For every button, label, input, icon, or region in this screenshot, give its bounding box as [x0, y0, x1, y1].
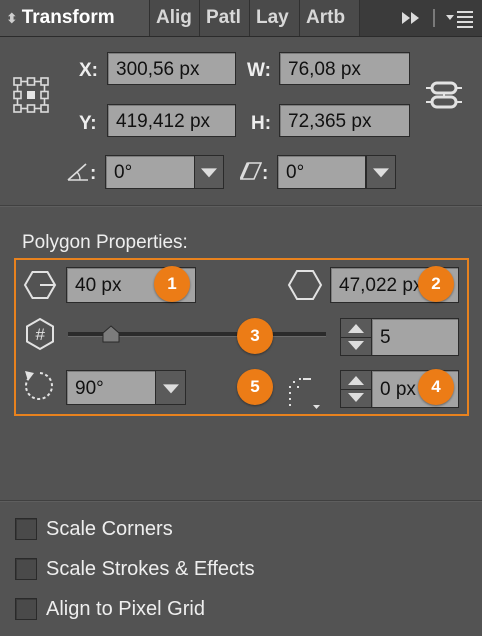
tab-artboards[interactable]: Artb: [300, 0, 360, 36]
rotate-angle-input[interactable]: 0°: [105, 155, 195, 189]
corner-radius-icon: [287, 376, 323, 410]
tab-pathfinder[interactable]: Patl: [200, 0, 250, 36]
tab-transform[interactable]: ⬍ Transform: [0, 0, 150, 36]
collapse-panel-icon[interactable]: ⬍: [6, 10, 18, 26]
polygon-sides-icon: #: [23, 317, 57, 351]
w-label: W:: [247, 60, 271, 81]
shear-angle-dropdown[interactable]: [366, 155, 396, 189]
polygon-properties-title: Polygon Properties:: [22, 232, 188, 253]
align-to-pixel-grid-checkbox[interactable]: [15, 598, 37, 620]
scale-strokes-effects-label: Scale Strokes & Effects: [46, 558, 255, 580]
shear-label: :: [262, 163, 269, 184]
polygon-sides-slider[interactable]: [68, 323, 326, 345]
tab-transform-label: Transform: [21, 7, 115, 28]
polygon-radius-icon: [23, 268, 57, 302]
annotation-badge-3: 3: [237, 318, 273, 354]
scale-corners-checkbox[interactable]: [15, 518, 37, 540]
double-chevron-right-icon[interactable]: [398, 0, 424, 36]
annotation-badge-1: 1: [154, 266, 190, 302]
polygon-rotation-input[interactable]: 90°: [66, 370, 156, 405]
w-input[interactable]: 76,08 px: [279, 52, 410, 85]
annotation-badge-2: 2: [418, 266, 454, 302]
polygon-rotation-dropdown[interactable]: [155, 370, 186, 405]
corner-radius-stepper[interactable]: [340, 370, 372, 408]
scale-corners-label: Scale Corners: [46, 518, 173, 540]
panel-menu-icon[interactable]: [443, 0, 477, 36]
tab-pathfinder-label: Patl: [206, 7, 241, 28]
section-divider: [0, 205, 482, 207]
y-input[interactable]: 419,412 px: [107, 104, 236, 137]
polygon-side-length-icon: [287, 268, 323, 302]
annotation-badge-4: 4: [418, 369, 454, 405]
polygon-sides-stepper[interactable]: [340, 318, 372, 356]
shear-icon: [239, 160, 263, 182]
x-label: X:: [79, 60, 98, 81]
annotation-badge-5: 5: [237, 369, 273, 405]
tab-align-label: Alig: [156, 7, 192, 28]
h-input[interactable]: 72,365 px: [279, 104, 410, 137]
tab-layers-label: Lay: [256, 7, 289, 28]
shear-angle-input[interactable]: 0°: [277, 155, 366, 189]
rotate-angle-dropdown[interactable]: [194, 155, 224, 189]
angle-label: :: [90, 163, 97, 184]
scale-strokes-effects-checkbox[interactable]: [15, 558, 37, 580]
align-to-pixel-grid-label: Align to Pixel Grid: [46, 598, 205, 620]
polygon-sides-input[interactable]: 5: [371, 318, 459, 356]
x-input[interactable]: 300,56 px: [107, 52, 236, 85]
rotate-angle-icon: [66, 160, 92, 182]
panel-tab-bar: ⬍ Transform Alig Patl Lay Artb: [0, 0, 482, 37]
reference-point-icon[interactable]: [12, 76, 50, 114]
y-label: Y:: [79, 113, 97, 134]
h-label: H:: [251, 113, 272, 134]
polygon-rotation-icon: [22, 368, 58, 404]
slider-thumb[interactable]: [101, 325, 121, 343]
tab-align[interactable]: Alig: [150, 0, 200, 36]
svg-text:#: #: [35, 325, 45, 344]
constrain-proportions-link-icon[interactable]: [425, 80, 463, 110]
section-divider-bottom: [0, 500, 482, 502]
tab-separator: [433, 9, 435, 27]
tab-layers[interactable]: Lay: [250, 0, 300, 36]
tab-artboards-label: Artb: [306, 7, 346, 28]
